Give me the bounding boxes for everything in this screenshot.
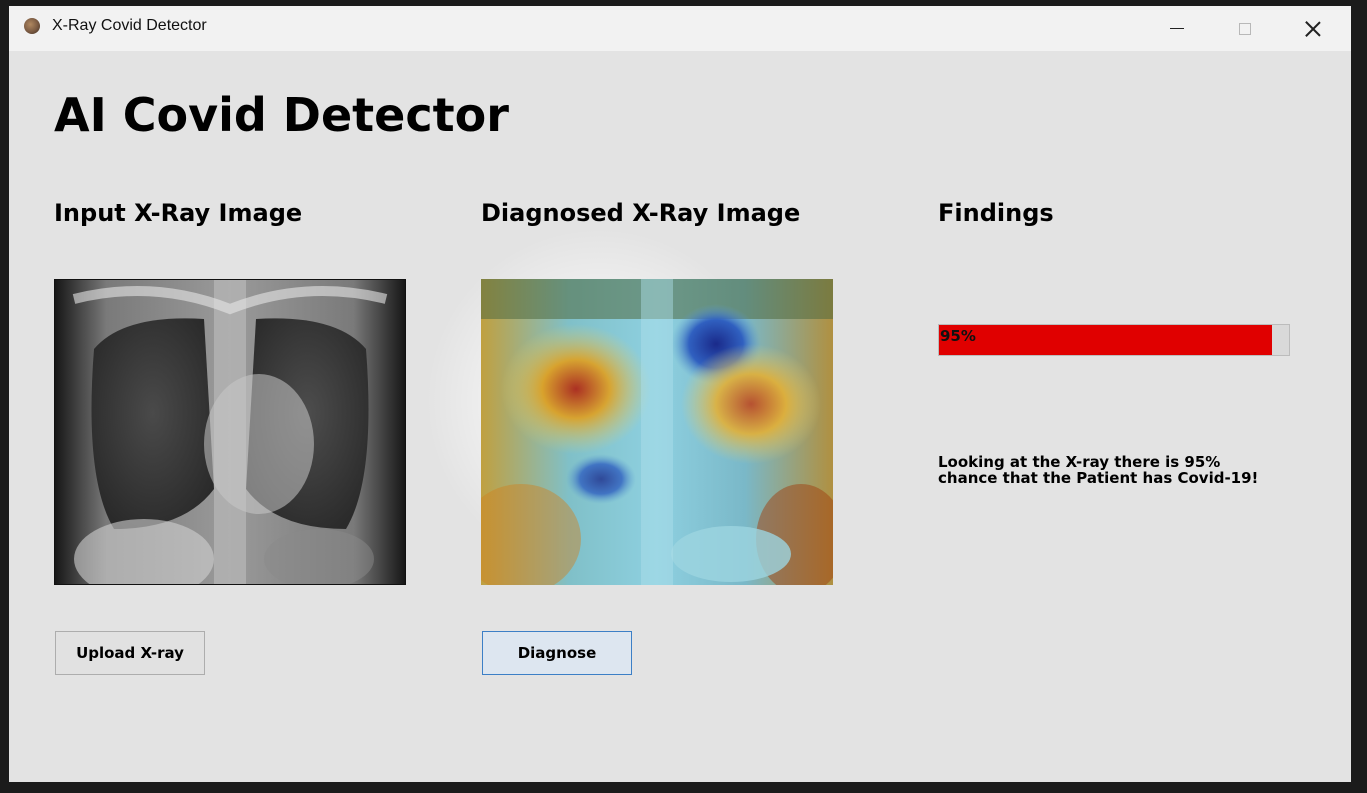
maximize-icon [1239, 22, 1251, 35]
close-button[interactable] [1283, 6, 1343, 51]
app-window: X-Ray Covid Detector AI Covid Detector I… [9, 6, 1351, 782]
upload-xray-button[interactable]: Upload X-ray [55, 631, 205, 675]
probability-label: 95% [940, 327, 976, 345]
page-title: AI Covid Detector [54, 88, 509, 142]
input-xray-image [54, 279, 406, 585]
minimize-icon [1170, 28, 1184, 29]
minimize-button[interactable] [1147, 6, 1207, 51]
findings-section-title: Findings [938, 199, 1054, 227]
title-bar: X-Ray Covid Detector [9, 6, 1351, 51]
diagnosed-section-title: Diagnosed X-Ray Image [481, 199, 801, 227]
diagnosed-xray-heatmap [481, 279, 833, 585]
diagnose-button[interactable]: Diagnose [482, 631, 632, 675]
app-logo-icon [24, 18, 40, 34]
probability-progress-bar: 95% [938, 324, 1290, 356]
close-icon [1305, 21, 1321, 37]
window-title: X-Ray Covid Detector [52, 17, 207, 34]
input-section-title: Input X-Ray Image [54, 199, 303, 227]
probability-progress-fill [939, 325, 1272, 355]
finding-message: Looking at the X-ray there is 95% chance… [938, 453, 1259, 487]
maximize-button[interactable] [1215, 6, 1275, 51]
